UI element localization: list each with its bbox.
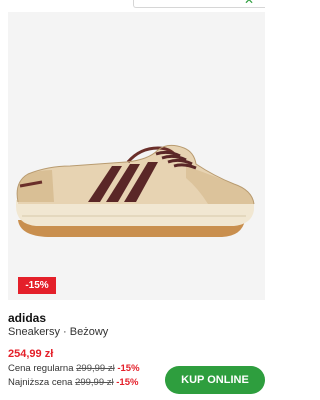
regular-old-price: 299,99 zł bbox=[76, 363, 115, 374]
regular-discount: -15% bbox=[117, 363, 140, 374]
brand-name: adidas bbox=[8, 311, 47, 325]
lowest-price-row: Najniższa cena 299,99 zł -15% bbox=[8, 377, 138, 388]
product-card[interactable]: -15% adidas Sneakersy · Beżowy 254,99 zł… bbox=[8, 0, 265, 400]
lowest-discount: -15% bbox=[116, 377, 139, 388]
lowest-old-price: 299,99 zł bbox=[75, 377, 114, 388]
product-description: Sneakersy · Beżowy bbox=[8, 326, 109, 338]
regular-price-label: Cena regularna bbox=[8, 363, 74, 374]
product-image[interactable]: -15% bbox=[8, 12, 265, 300]
current-price: 254,99 zł bbox=[8, 348, 54, 360]
discount-badge: -15% bbox=[18, 277, 56, 294]
sneaker-image bbox=[16, 144, 255, 237]
buy-online-button[interactable]: KUP ONLINE bbox=[165, 366, 265, 394]
lowest-price-label: Najniższa cena bbox=[8, 377, 73, 388]
regular-price-row: Cena regularna 299,99 zł -15% bbox=[8, 363, 140, 374]
